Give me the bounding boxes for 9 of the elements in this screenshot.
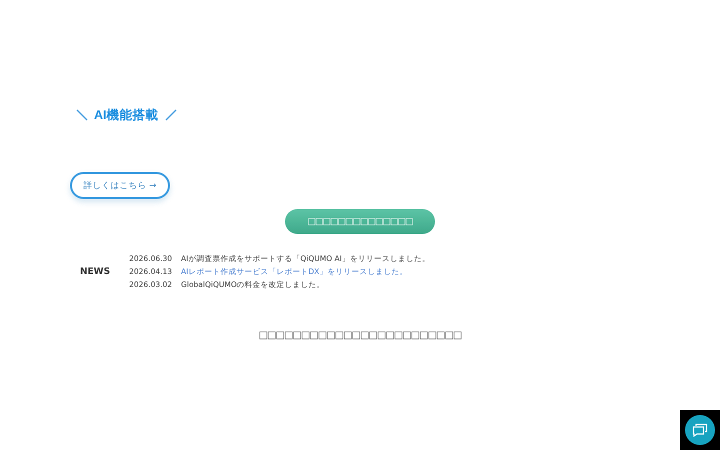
badge-text: AI機能搭載 xyxy=(94,106,158,124)
chat-icon xyxy=(692,423,708,437)
news-heading: NEWS xyxy=(80,266,110,278)
cta-button[interactable]: □□□□□□□□□□□□□□ xyxy=(285,209,435,234)
slash-icon xyxy=(164,109,176,121)
slash-icon xyxy=(76,109,88,121)
details-button[interactable]: 詳しくはこちら → xyxy=(70,172,170,199)
footer-text: □□□□□□□□□□□□□□□□□□□□□□□□ xyxy=(258,330,462,341)
chat-button[interactable] xyxy=(685,415,715,445)
